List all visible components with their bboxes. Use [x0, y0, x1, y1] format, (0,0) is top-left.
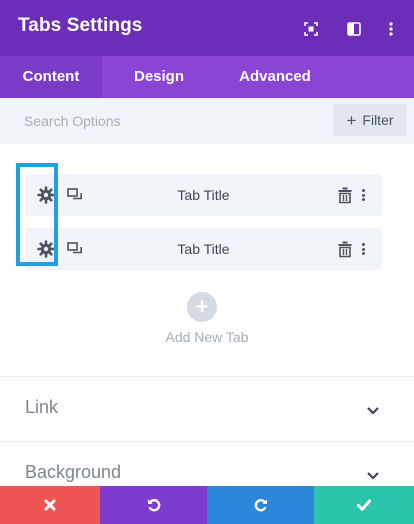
more-vertical-icon[interactable] — [380, 18, 402, 40]
search-input[interactable] — [0, 98, 330, 144]
filter-label: Filter — [362, 112, 394, 128]
check-icon — [357, 499, 371, 511]
list-item-label: Tab Title — [177, 241, 230, 257]
close-icon — [44, 499, 56, 511]
chevron-down-icon — [366, 468, 380, 480]
plus-icon: + — [195, 294, 209, 319]
tab-content[interactable]: Content — [0, 56, 102, 98]
add-tab-label[interactable]: Add New Tab — [0, 329, 414, 345]
redo-button[interactable] — [207, 486, 314, 524]
discard-button[interactable] — [0, 486, 100, 524]
trash-icon[interactable] — [338, 186, 352, 204]
split-view-icon[interactable] — [343, 18, 365, 40]
plus-icon: + — [346, 110, 357, 130]
section-link[interactable]: Link — [0, 377, 414, 441]
section-title: Background — [25, 462, 122, 482]
list-item[interactable]: Tab Title — [25, 174, 382, 216]
more-vertical-icon[interactable] — [358, 186, 368, 204]
list-item-label: Tab Title — [177, 187, 230, 203]
trash-icon[interactable] — [338, 240, 352, 258]
expand-icon[interactable] — [300, 18, 322, 40]
modal-title: Tabs Settings — [18, 15, 143, 36]
redo-icon — [254, 499, 267, 512]
add-tab-button[interactable]: + — [187, 292, 217, 322]
tab-design[interactable]: Design — [102, 56, 216, 98]
section-title: Link — [25, 397, 59, 417]
filter-button[interactable]: + Filter — [333, 104, 407, 136]
undo-button[interactable] — [100, 486, 207, 524]
highlight-box — [16, 163, 58, 266]
more-vertical-icon[interactable] — [358, 240, 368, 258]
undo-icon — [147, 499, 160, 512]
list-item[interactable]: Tab Title — [25, 228, 382, 270]
chevron-down-icon — [366, 403, 380, 415]
modal-header: Tabs Settings — [0, 0, 414, 56]
footer-action-bar — [0, 486, 414, 524]
save-button[interactable] — [314, 486, 414, 524]
tab-advanced[interactable]: Advanced — [216, 56, 334, 98]
tab-bar: Content Design Advanced — [0, 56, 414, 98]
